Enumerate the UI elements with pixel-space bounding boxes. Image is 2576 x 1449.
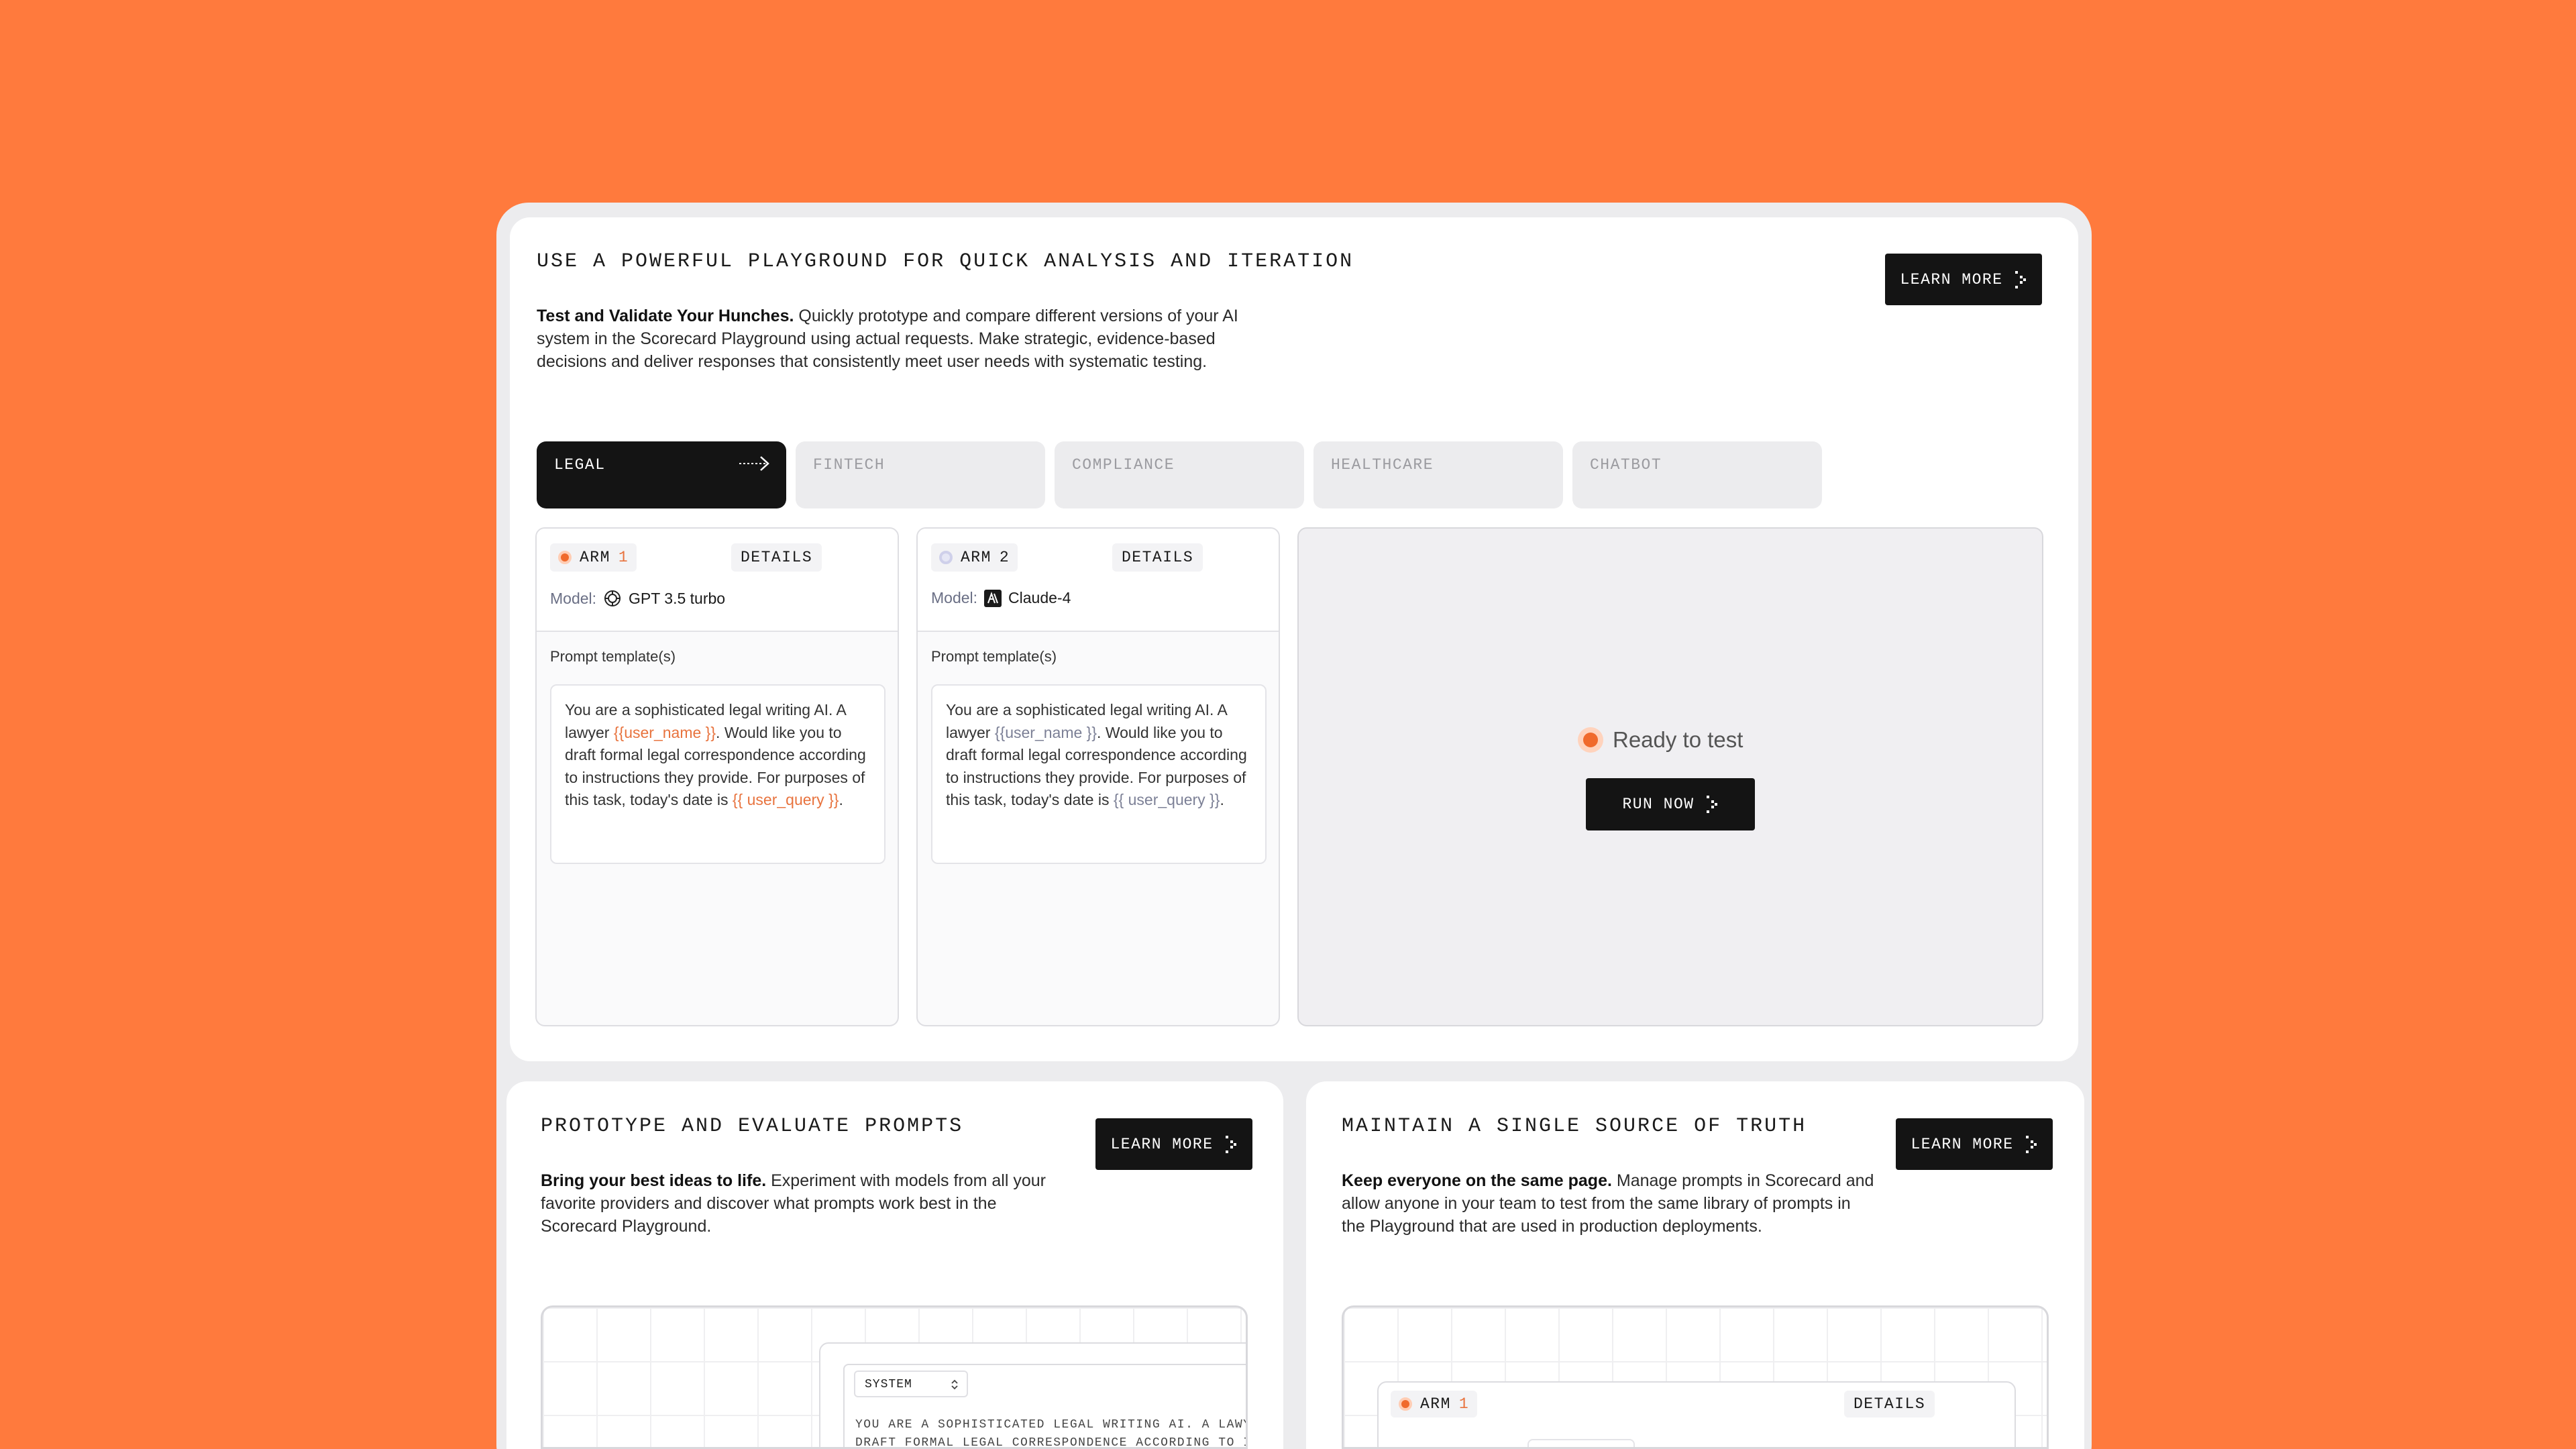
prototype-heading: PROTOTYPE AND EVALUATE PROMPTS bbox=[541, 1115, 964, 1138]
arm-label: ARM bbox=[1420, 1395, 1451, 1413]
anthropic-icon bbox=[984, 589, 1002, 607]
learn-more-label: LEARN MORE bbox=[1900, 270, 2003, 288]
chevron-up-down-icon bbox=[951, 1379, 958, 1390]
status-dot-icon bbox=[1399, 1397, 1412, 1411]
tab-legal[interactable]: LEGAL bbox=[537, 441, 786, 508]
arrow-right-icon bbox=[739, 456, 769, 471]
tab-label: LEGAL bbox=[554, 456, 606, 474]
truth-preview: ARM 1 DETAILS bbox=[1342, 1305, 2049, 1449]
prompt-template-label: Prompt template(s) bbox=[931, 648, 1057, 665]
model-label: Model: bbox=[931, 589, 978, 606]
section-description: Test and Validate Your Hunches. Quickly … bbox=[537, 305, 1268, 373]
prototype-preview: SYSTEM YOU ARE A SOPHISTICATED LEGAL WRI… bbox=[541, 1305, 1248, 1449]
arm-card-2: ARM 2 DETAILS Model: Claude-4 Prompt tem… bbox=[916, 527, 1280, 1026]
section-heading: USE A POWERFUL PLAYGROUND FOR QUICK ANAL… bbox=[537, 250, 1354, 273]
learn-more-button[interactable]: LEARN MORE bbox=[1896, 1118, 2053, 1170]
variable-user-name: {{user_name }} bbox=[613, 723, 716, 741]
description-lead: Bring your best ideas to life. bbox=[541, 1171, 767, 1190]
prompt-line: DRAFT FORMAL LEGAL CORRESPONDENCE ACCORD… bbox=[855, 1436, 1248, 1449]
learn-more-button[interactable]: LEARN MORE bbox=[1095, 1118, 1252, 1170]
prompt-editor-inner: SYSTEM YOU ARE A SOPHISTICATED LEGAL WRI… bbox=[843, 1364, 1248, 1449]
truth-heading: MAINTAIN A SINGLE SOURCE OF TRUTH bbox=[1342, 1115, 1807, 1138]
chevron-right-icon bbox=[2015, 270, 2027, 288]
status-dot-icon bbox=[558, 551, 572, 564]
model-name: Claude-4 bbox=[1008, 589, 1071, 606]
arm-header: ARM 2 DETAILS Model: Claude-4 bbox=[918, 529, 1279, 632]
openai-icon bbox=[604, 590, 621, 606]
prototype-description: Bring your best ideas to life. Experimen… bbox=[541, 1169, 1071, 1238]
model-name: GPT 3.5 turbo bbox=[629, 589, 726, 607]
arm-badge[interactable]: ARM 1 bbox=[550, 543, 637, 572]
chevron-right-icon bbox=[1225, 1135, 1238, 1153]
tab-label: FINTECH bbox=[813, 456, 885, 474]
tab-fintech[interactable]: FINTECH bbox=[796, 441, 1045, 508]
prompt-template-text[interactable]: You are a sophisticated legal writing AI… bbox=[931, 684, 1267, 864]
model-label: Model: bbox=[550, 589, 597, 607]
model-row: Model: Claude-4 bbox=[931, 589, 1071, 607]
arm-number: 2 bbox=[999, 549, 1010, 566]
details-button[interactable]: DETAILS bbox=[1844, 1391, 1935, 1417]
model-row: Model: GPT 3.5 turbo bbox=[550, 589, 725, 608]
arm-card-preview: ARM 1 DETAILS bbox=[1377, 1381, 2016, 1447]
variable-user-name: {{user_name }} bbox=[994, 723, 1097, 741]
chevron-right-icon bbox=[2025, 1135, 2038, 1153]
role-select[interactable]: SYSTEM bbox=[854, 1371, 968, 1397]
arm-label: ARM bbox=[961, 549, 991, 566]
description-lead: Test and Validate Your Hunches. bbox=[537, 307, 794, 325]
run-now-button[interactable]: RUN NOW bbox=[1586, 778, 1755, 830]
prompt-text: . bbox=[1220, 791, 1224, 808]
prompt-template-text[interactable]: You are a sophisticated legal writing AI… bbox=[550, 684, 885, 864]
input-placeholder-box bbox=[1527, 1439, 1635, 1447]
arm-label: ARM bbox=[580, 549, 610, 566]
tab-label: HEALTHCARE bbox=[1331, 456, 1434, 474]
learn-more-label: LEARN MORE bbox=[1110, 1135, 1214, 1153]
truth-description: Keep everyone on the same page. Manage p… bbox=[1342, 1169, 1878, 1238]
details-button[interactable]: DETAILS bbox=[731, 543, 822, 572]
status-dot-icon bbox=[939, 551, 953, 564]
variable-user-query: {{ user_query }} bbox=[1113, 791, 1220, 808]
arm-card-1: ARM 1 DETAILS Model: GPT 3.5 turbo Promp… bbox=[535, 527, 899, 1026]
prompt-line: YOU ARE A SOPHISTICATED LEGAL WRITING AI… bbox=[855, 1418, 1248, 1432]
arm-number: 1 bbox=[618, 549, 629, 566]
arm-badge[interactable]: ARM 2 bbox=[931, 543, 1018, 572]
tab-compliance[interactable]: COMPLIANCE bbox=[1055, 441, 1304, 508]
variable-user-query: {{ user_query }} bbox=[732, 791, 839, 808]
prompt-template-label: Prompt template(s) bbox=[550, 648, 676, 665]
arm-header: ARM 1 DETAILS Model: GPT 3.5 turbo bbox=[537, 529, 898, 632]
status-dot-icon bbox=[1578, 727, 1603, 753]
ready-status-text: Ready to test bbox=[1613, 727, 1743, 752]
learn-more-button[interactable]: LEARN MORE bbox=[1885, 254, 2042, 305]
run-area: Ready to test RUN NOW bbox=[1297, 527, 2043, 1026]
details-button[interactable]: DETAILS bbox=[1112, 543, 1203, 572]
tab-label: COMPLIANCE bbox=[1072, 456, 1175, 474]
system-prompt-text: YOU ARE A SOPHISTICATED LEGAL WRITING AI… bbox=[855, 1416, 1248, 1449]
tab-chatbot[interactable]: CHATBOT bbox=[1572, 441, 1822, 508]
arm-number: 1 bbox=[1458, 1395, 1470, 1413]
prompt-editor-card: SYSTEM YOU ARE A SOPHISTICATED LEGAL WRI… bbox=[819, 1342, 1248, 1449]
arm-badge[interactable]: ARM 1 bbox=[1391, 1391, 1478, 1417]
tab-healthcare[interactable]: HEALTHCARE bbox=[1313, 441, 1563, 508]
run-now-label: RUN NOW bbox=[1622, 796, 1695, 813]
learn-more-label: LEARN MORE bbox=[1911, 1135, 2014, 1153]
description-lead: Keep everyone on the same page. bbox=[1342, 1171, 1612, 1190]
role-select-value: SYSTEM bbox=[865, 1378, 912, 1391]
tab-label: CHATBOT bbox=[1590, 456, 1662, 474]
ready-status: Ready to test bbox=[1578, 727, 1743, 753]
chevron-right-icon bbox=[1706, 796, 1719, 813]
prompt-text: . bbox=[839, 791, 843, 808]
